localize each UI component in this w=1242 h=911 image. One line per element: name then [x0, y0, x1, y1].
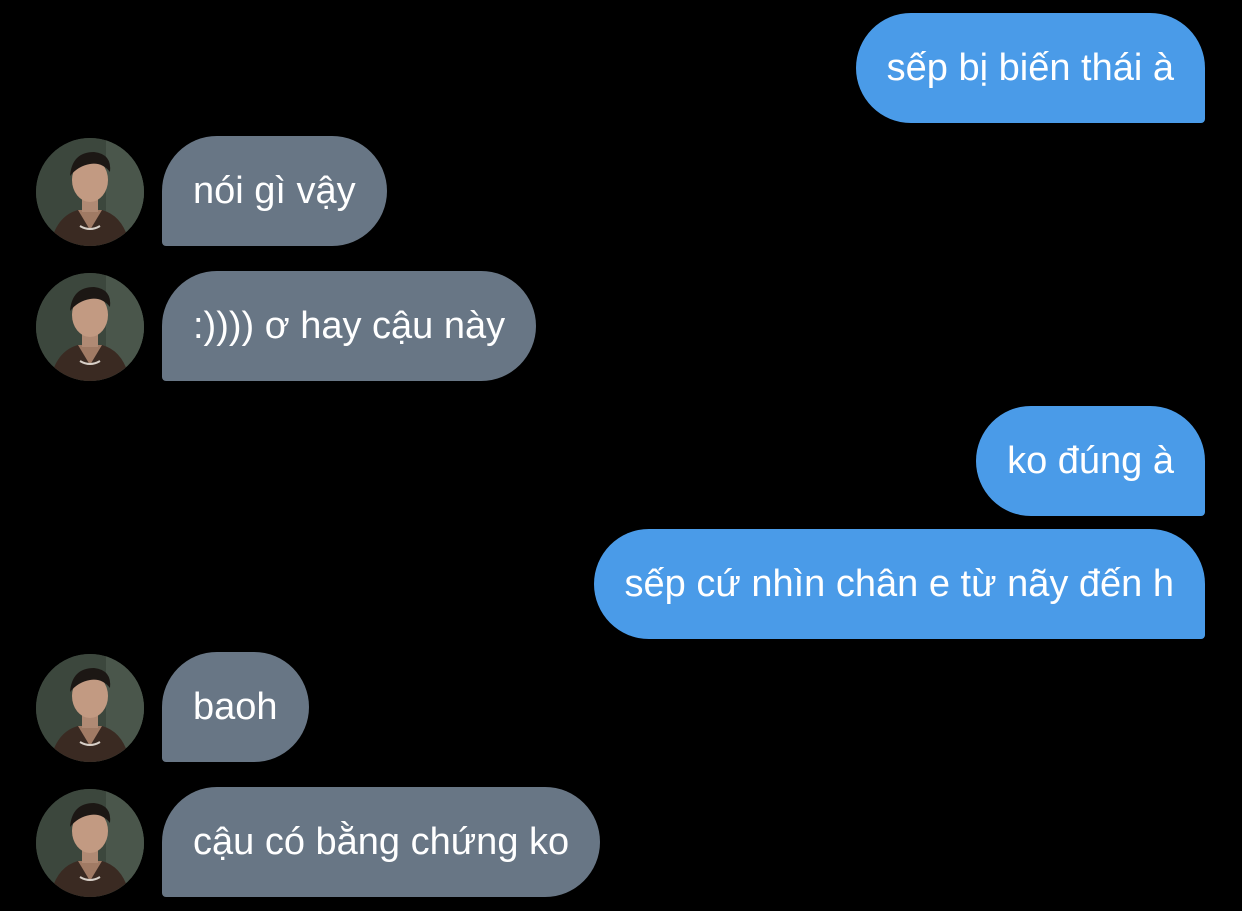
received-message-bubble[interactable]: baoh: [162, 652, 309, 762]
message-text: sếp cứ nhìn chân e từ nãy đến h: [624, 562, 1174, 605]
person-avatar-icon: [36, 273, 144, 381]
sent-message-bubble[interactable]: ko đúng à: [976, 406, 1205, 516]
message-text: cậu có bằng chứng ko: [193, 820, 570, 863]
message-text: sếp bị biến thái à: [886, 46, 1174, 89]
message-text: ko đúng à: [1007, 439, 1174, 482]
person-avatar-icon: [36, 789, 144, 897]
sent-message-bubble[interactable]: sếp cứ nhìn chân e từ nãy đến h: [593, 529, 1205, 639]
received-message-bubble[interactable]: :)))) ơ hay cậu này: [162, 271, 537, 381]
contact-avatar[interactable]: [36, 654, 144, 762]
person-avatar-icon: [36, 654, 144, 762]
message-text: nói gì vậy: [193, 169, 356, 212]
received-message-bubble[interactable]: nói gì vậy: [162, 136, 387, 246]
contact-avatar[interactable]: [36, 789, 144, 897]
received-message-bubble[interactable]: cậu có bằng chứng ko: [162, 787, 601, 897]
contact-avatar[interactable]: [36, 273, 144, 381]
sent-message-bubble[interactable]: sếp bị biến thái à: [855, 13, 1205, 123]
contact-avatar[interactable]: [36, 138, 144, 246]
message-text: :)))) ơ hay cậu này: [193, 304, 506, 347]
person-avatar-icon: [36, 138, 144, 246]
message-text: baoh: [193, 685, 278, 728]
